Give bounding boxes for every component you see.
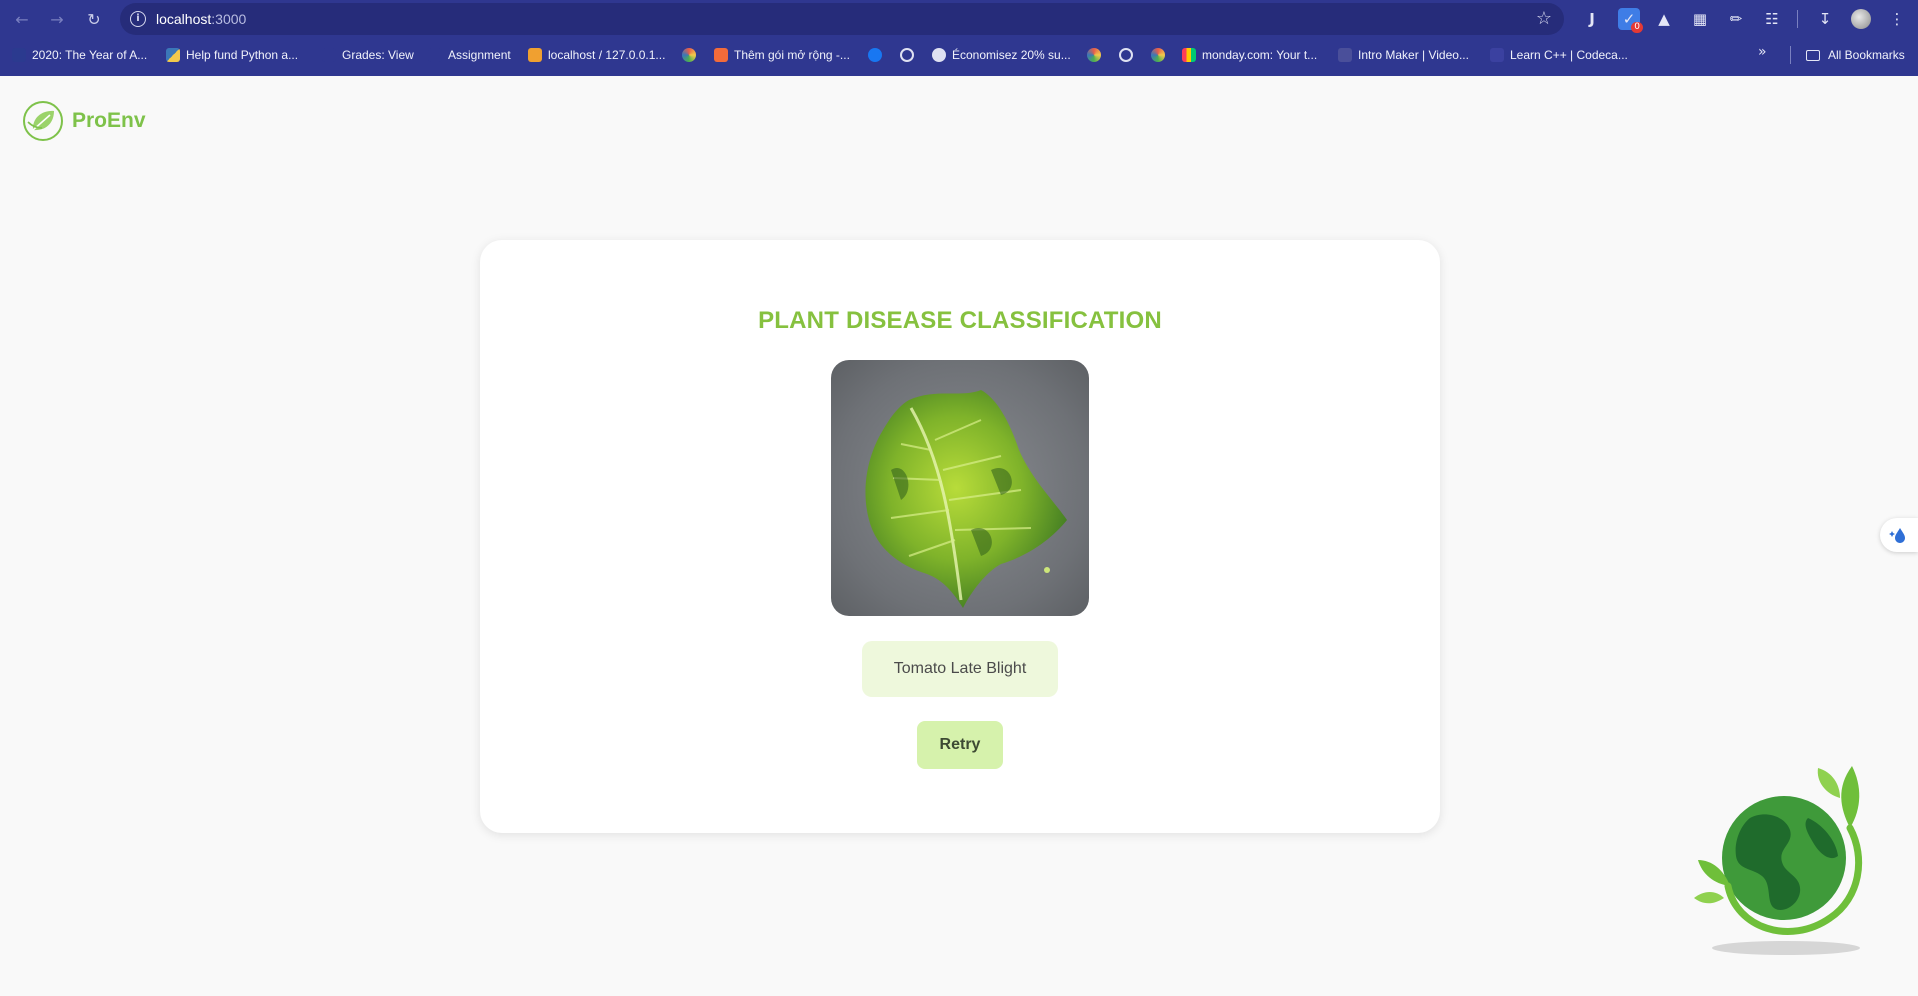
phpmyadmin-favicon	[528, 48, 542, 62]
bookmark-favicon	[1338, 48, 1352, 62]
brand-logo[interactable]: ProEnv	[22, 100, 146, 142]
extension-badge: 0	[1631, 22, 1643, 33]
folder-icon	[1806, 49, 1820, 61]
bookmark-item[interactable]	[1119, 44, 1139, 66]
url-port: :3000	[211, 11, 247, 27]
page-title: PLANT DISEASE CLASSIFICATION	[758, 307, 1162, 334]
bookmark-label: Help fund Python a...	[186, 48, 299, 62]
bookmark-label: Économisez 20% su...	[952, 48, 1071, 62]
bookmark-favicon	[12, 48, 26, 62]
bookmark-label: Intro Maker | Video...	[1358, 48, 1469, 62]
bookmarks-divider	[1790, 46, 1791, 64]
bookmark-item[interactable]: Assignment	[428, 44, 511, 66]
address-bar[interactable]: i localhost:3000 ☆	[120, 3, 1564, 35]
bookmark-item[interactable]: Économisez 20% su...	[932, 44, 1071, 66]
bookmark-label: Thêm gói mở rộng -...	[734, 48, 850, 62]
codecademy-favicon	[1490, 48, 1504, 62]
browser-menu-icon[interactable]: ⋮	[1886, 8, 1908, 30]
steam-favicon	[932, 48, 946, 62]
bookmark-label: localhost / 127.0.0.1...	[548, 48, 666, 62]
bookmark-label: 2020: The Year of A...	[32, 48, 148, 62]
eco-globe-illustration	[1694, 766, 1863, 955]
bookmark-label: monday.com: Your t...	[1202, 48, 1318, 62]
all-bookmarks-button[interactable]: All Bookmarks	[1806, 44, 1905, 66]
monday-favicon	[1182, 48, 1196, 62]
classification-card: PLANT DISEASE CLASSIFICATION Tomato Late…	[480, 240, 1440, 833]
bookmark-item[interactable]: Intro Maker | Video...	[1338, 44, 1469, 66]
bookmark-item[interactable]: Learn C++ | Codeca...	[1490, 44, 1628, 66]
all-bookmarks-label: All Bookmarks	[1828, 48, 1905, 62]
brand-name: ProEnv	[72, 109, 146, 132]
leaf-globe-logo-icon	[23, 101, 63, 141]
browser-toolbar: ← → ↻ i localhost:3000 ☆ J ✓ 0 ▲ ▦ ✏ ☷ ↧ …	[0, 0, 1918, 38]
bookmark-item[interactable]: monday.com: Your t...	[1182, 44, 1317, 66]
bookmark-item[interactable]	[868, 44, 888, 66]
bookmark-item[interactable]	[900, 44, 920, 66]
bookmark-favicon	[322, 48, 336, 62]
extension-dropper-icon[interactable]: ✏	[1725, 8, 1747, 30]
bookmarks-overflow-icon[interactable]: »	[1758, 44, 1767, 66]
leaf-photo	[865, 390, 1067, 608]
site-info-icon[interactable]: i	[130, 11, 146, 27]
forward-icon[interactable]: →	[45, 7, 69, 31]
pinwheel-favicon	[682, 48, 696, 62]
retry-button[interactable]: Retry	[917, 721, 1003, 769]
bookmark-item[interactable]	[682, 44, 702, 66]
uploaded-leaf-image	[831, 360, 1089, 616]
bookmark-favicon	[714, 48, 728, 62]
pinwheel-favicon	[1087, 48, 1101, 62]
prediction-label: Tomato Late Blight	[893, 660, 1027, 677]
globe-favicon	[900, 48, 914, 62]
water-drop-sparkle-icon	[1889, 528, 1905, 543]
bookmark-favicon	[428, 48, 442, 62]
bookmark-item[interactable]: Grades: View	[322, 44, 414, 66]
bookmark-item[interactable]: Help fund Python a...	[166, 44, 298, 66]
reload-icon[interactable]: ↻	[82, 7, 106, 31]
bookmark-item[interactable]: localhost / 127.0.0.1...	[528, 44, 665, 66]
profile-avatar[interactable]	[1851, 9, 1871, 29]
url-host: localhost	[156, 11, 212, 27]
bookmark-item[interactable]: 2020: The Year of A...	[12, 44, 147, 66]
globe-favicon	[1119, 48, 1133, 62]
prediction-result: Tomato Late Blight	[862, 641, 1058, 697]
pinwheel-favicon	[1151, 48, 1165, 62]
toolbar-divider	[1797, 10, 1798, 28]
bookmark-star-icon[interactable]: ☆	[1536, 8, 1552, 29]
extensions-puzzle-icon[interactable]: ☷	[1761, 8, 1783, 30]
bookmark-item[interactable]	[1151, 44, 1171, 66]
bookmark-item[interactable]	[1087, 44, 1107, 66]
url-text[interactable]: localhost:3000	[156, 11, 246, 27]
python-favicon	[166, 48, 180, 62]
bookmark-item[interactable]: Thêm gói mở rộng -...	[714, 44, 850, 66]
bookmark-label: Grades: View	[342, 48, 414, 62]
bookmarks-bar: 2020: The Year of A... Help fund Python …	[0, 44, 1918, 68]
facebook-favicon	[868, 48, 882, 62]
extension-qr-icon[interactable]: ▦	[1689, 8, 1711, 30]
extension-j-icon[interactable]: J	[1581, 8, 1603, 30]
back-icon[interactable]: ←	[10, 7, 34, 31]
extension-checklist-icon[interactable]: ✓ 0	[1618, 8, 1643, 33]
browser-chrome: ← → ↻ i localhost:3000 ☆ J ✓ 0 ▲ ▦ ✏ ☷ ↧ …	[0, 0, 1918, 76]
bookmark-label: Assignment	[448, 48, 511, 62]
floating-widget-button[interactable]	[1880, 518, 1918, 552]
extension-hat-icon[interactable]: ▲	[1653, 8, 1675, 30]
downloads-icon[interactable]: ↧	[1814, 8, 1836, 30]
bookmark-label: Learn C++ | Codeca...	[1510, 48, 1628, 62]
